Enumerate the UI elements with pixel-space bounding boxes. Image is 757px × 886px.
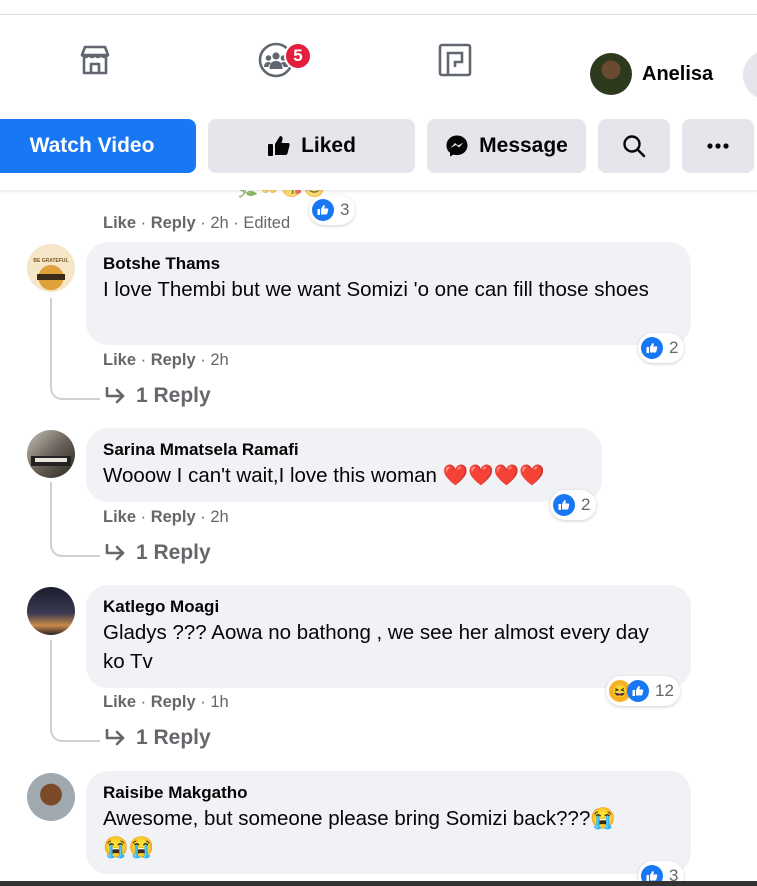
avatar[interactable]: [27, 430, 75, 478]
messenger-icon: [446, 135, 468, 157]
comment-meta: Like · Reply · 2h · Edited: [103, 214, 291, 232]
reaction-summary[interactable]: 2: [550, 490, 597, 520]
comment-bubble: Katlego Moagi Gladys ??? Aowa no bathong…: [86, 585, 691, 688]
comments-section: 🌿👐😘😊 Like · Reply · 2h · Edited 3 BE GRA…: [0, 190, 757, 886]
gaming-icon[interactable]: [436, 41, 474, 79]
taskbar-edge: [0, 881, 757, 886]
like-link[interactable]: Like: [103, 351, 136, 369]
hearts-emoji: ❤️❤️❤️❤️: [442, 464, 545, 487]
comment-author[interactable]: Botshe Thams: [103, 253, 674, 275]
reply-arrow-icon: [105, 544, 125, 561]
reply-arrow-icon: [105, 729, 125, 746]
comment-text-row: Awesome, but someone please bring Somizi…: [103, 804, 674, 862]
search-icon: [623, 135, 646, 158]
avatar[interactable]: [27, 587, 75, 635]
replies-count: 1 Reply: [136, 384, 211, 407]
reaction-count: 12: [655, 681, 674, 700]
reaction-count: 2: [581, 495, 591, 514]
like-reaction-icon: [627, 680, 649, 702]
liked-button[interactable]: Liked: [208, 119, 415, 173]
avatar[interactable]: [27, 773, 75, 821]
watch-video-label: Watch Video: [29, 134, 155, 157]
top-navigation: 5 Anelisa: [0, 14, 757, 103]
like-reaction-icon: [553, 494, 575, 516]
comment-bubble: Sarina Mmatsela Ramafi Wooow I can't wai…: [86, 428, 602, 502]
comment-meta: Like · Reply · 1h: [103, 693, 229, 711]
like-link[interactable]: Like: [103, 693, 136, 711]
comment-time: 2h: [210, 214, 229, 232]
avatar[interactable]: BE GRATEFUL: [27, 244, 75, 292]
like-link[interactable]: Like: [103, 214, 136, 232]
watch-video-button[interactable]: Watch Video: [0, 119, 196, 173]
like-reaction-icon: [641, 337, 663, 359]
like-reaction-icon: [312, 199, 334, 221]
comment-text-row: Wooow I can't wait,I love this woman ❤️❤…: [103, 461, 585, 490]
reply-link[interactable]: Reply: [151, 693, 196, 711]
replies-count: 1 Reply: [136, 726, 211, 749]
page-action-bar: Watch Video Liked Message: [0, 102, 757, 190]
view-replies-link[interactable]: 1 Reply: [104, 726, 211, 750]
marketplace-icon[interactable]: [76, 41, 114, 79]
reaction-summary[interactable]: 😆 12: [606, 676, 680, 706]
crying-emoji: 😭😭: [103, 836, 155, 859]
menu-button[interactable]: [743, 50, 757, 100]
message-button[interactable]: Message: [427, 119, 586, 173]
avatar: [590, 53, 632, 95]
view-replies-link[interactable]: 1 Reply: [104, 541, 211, 565]
reply-arrow-icon: [105, 387, 125, 404]
view-replies-link[interactable]: 1 Reply: [104, 384, 211, 408]
more-icon: [707, 143, 729, 149]
reaction-summary[interactable]: 3: [309, 195, 356, 225]
more-options-button[interactable]: [682, 119, 754, 173]
comment-text: Awesome, but someone please bring Somizi…: [103, 807, 591, 830]
comment-text: Wooow I can't wait,I love this woman: [103, 464, 437, 487]
replies-count: 1 Reply: [136, 541, 211, 564]
comment-text: I love Thembi but we want Somizi 'o one …: [103, 278, 649, 301]
reaction-summary[interactable]: 2: [638, 333, 685, 363]
thumbs-up-icon: [268, 136, 290, 156]
profile-name: Anelisa: [642, 62, 714, 85]
notification-badge: 5: [284, 42, 312, 70]
search-button[interactable]: [598, 119, 670, 173]
edited-label: Edited: [243, 214, 291, 232]
comment-bubble: Raisibe Makgatho Awesome, but someone pl…: [86, 771, 691, 874]
comment-author[interactable]: Sarina Mmatsela Ramafi: [103, 439, 585, 461]
reaction-count: 3: [340, 200, 350, 219]
comment-author[interactable]: Katlego Moagi: [103, 596, 674, 618]
comment-time: 1h: [210, 693, 229, 711]
comment-time: 2h: [210, 351, 229, 369]
comment-meta: Like · Reply · 2h: [103, 351, 229, 369]
like-link[interactable]: Like: [103, 508, 136, 526]
comment-meta: Like · Reply · 2h: [103, 508, 229, 526]
profile-link[interactable]: Anelisa: [590, 53, 713, 95]
liked-label: Liked: [301, 134, 356, 157]
reply-link[interactable]: Reply: [151, 508, 196, 526]
reply-link[interactable]: Reply: [151, 214, 196, 232]
crying-emoji: 😭: [590, 807, 616, 830]
comment-text: Gladys ??? Aowa no bathong , we see her …: [103, 621, 649, 673]
svg-text:BE GRATEFUL: BE GRATEFUL: [33, 258, 68, 264]
reaction-count: 2: [669, 338, 679, 357]
comment-bubble: Botshe Thams I love Thembi but we want S…: [86, 242, 691, 345]
comment-author[interactable]: Raisibe Makgatho: [103, 782, 674, 804]
partial-comment-emojis: 🌿👐😘😊: [236, 190, 326, 199]
reply-link[interactable]: Reply: [151, 351, 196, 369]
message-label: Message: [479, 134, 568, 157]
comment-time: 2h: [210, 508, 229, 526]
